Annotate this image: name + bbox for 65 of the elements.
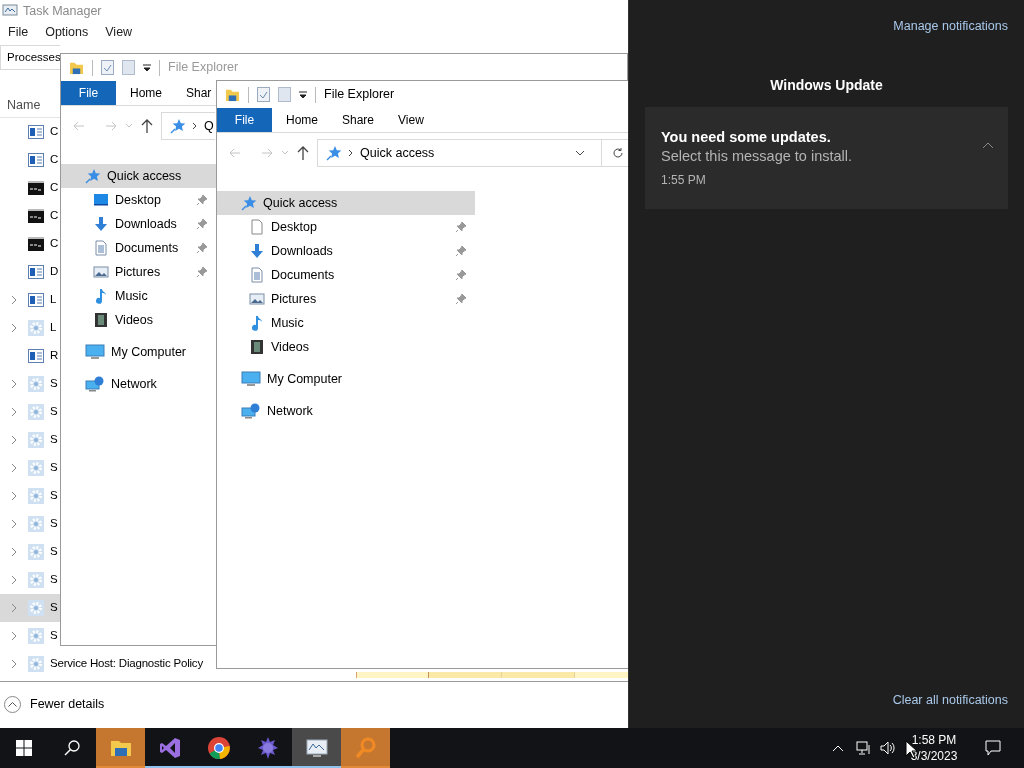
process-row[interactable]: Service Host: Diagnostic Policy [0,649,216,678]
nav-item[interactable]: Music [61,284,216,308]
process-row[interactable]: C [0,117,60,146]
nav-item[interactable]: Network [61,372,216,396]
clear-all-link[interactable]: Clear all notifications [892,691,1008,710]
process-row[interactable]: S [0,509,60,538]
nav-item[interactable]: Downloads [217,239,475,263]
fewer-details-link[interactable]: Fewer details [30,695,105,715]
tab[interactable]: Processes [0,45,60,70]
nav-item[interactable]: My Computer [217,367,475,391]
notification-card[interactable]: You need some updates. Select this message to install. 1:55 PM [645,106,1008,209]
notification-body: Select this message to install. [661,146,853,166]
nav-item[interactable]: Documents [61,236,216,260]
address-text: Quick access [360,144,436,162]
process-row[interactable]: C [0,145,60,174]
ribbon-tab[interactable]: View [398,108,424,132]
ribbon-tab[interactable]: Home [130,81,162,105]
nav-item[interactable]: Videos [61,308,216,332]
window-title: File Explorer [324,86,395,104]
window-title: File Explorer [168,59,239,77]
column-header[interactable]: Name [7,95,41,115]
process-row[interactable]: C [0,173,60,202]
process-row[interactable]: S [0,425,60,454]
process-row[interactable]: D [0,257,60,286]
address-text: Q [204,117,214,135]
process-row[interactable]: S [0,593,60,622]
nav-item[interactable]: Desktop [61,188,216,212]
nav-item[interactable]: Quick access [61,164,216,188]
menu-item[interactable]: Options [45,23,89,42]
nav-item[interactable]: Music [217,311,475,335]
nav-item[interactable]: Network [217,399,475,423]
address-bar[interactable]: Q [161,112,215,140]
nav-item[interactable]: My Computer [61,340,216,364]
process-row[interactable]: S [0,397,60,426]
notification-title: You need some updates. [661,127,832,147]
process-row[interactable]: C [0,201,60,230]
process-row[interactable]: S [0,453,60,482]
window-title: Task Manager [23,2,102,20]
nav-item[interactable]: Documents [217,263,475,287]
file-tab[interactable]: File [61,81,116,105]
nav-item[interactable]: Desktop [217,215,475,239]
process-row[interactable]: C [0,229,60,258]
process-row[interactable]: S [0,621,60,650]
nav-item[interactable]: Pictures [217,287,475,311]
menu-item[interactable]: File [8,23,29,42]
process-row[interactable]: L [0,313,60,342]
ribbon-tab[interactable]: Share [342,108,375,132]
process-row[interactable]: R [0,341,60,370]
nav-item[interactable]: Videos [217,335,475,359]
group-title: Windows Update [770,75,883,95]
process-row[interactable]: S [0,537,60,566]
ribbon-tab[interactable]: Shar [186,81,212,105]
process-row[interactable]: S [0,481,60,510]
notification-time: 1:55 PM [661,171,707,189]
nav-item[interactable]: Downloads [61,212,216,236]
process-row[interactable]: S [0,369,60,398]
manage-notifications-link[interactable]: Manage notifications [893,17,1008,36]
process-row[interactable]: L [0,285,60,314]
file-tab[interactable]: File [217,108,272,132]
ribbon-tab[interactable]: Home [286,108,318,132]
nav-item[interactable]: Pictures [61,260,216,284]
process-row[interactable]: S [0,565,60,594]
menu-item[interactable]: View [105,23,133,42]
nav-item[interactable]: Quick access [217,191,475,215]
address-bar[interactable]: Quick access [317,139,629,167]
